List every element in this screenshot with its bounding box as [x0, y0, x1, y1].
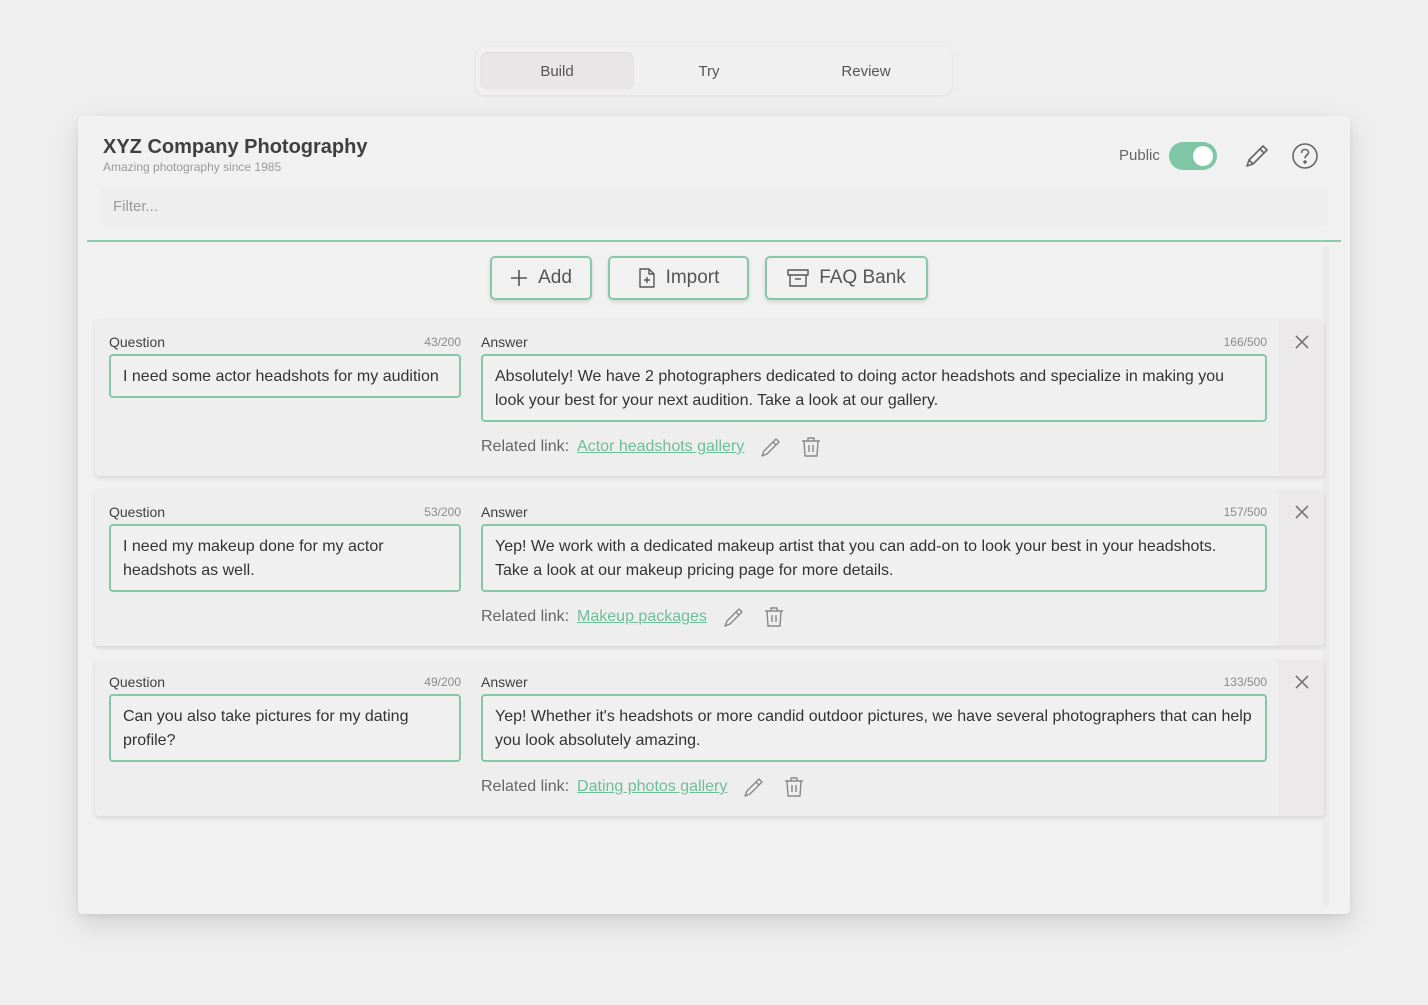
question-label: Question [109, 674, 166, 690]
question-field[interactable]: I need my makeup done for my actor heads… [109, 524, 461, 592]
faq-item: Question 53/200 Answer 157/500 I need my… [95, 490, 1324, 646]
related-link[interactable]: Dating photos gallery [577, 778, 727, 796]
import-button-label: Import [665, 267, 720, 288]
mode-tabs: Build Try Review [476, 47, 952, 95]
faq-bank-button[interactable]: FAQ Bank [765, 256, 928, 300]
public-toggle[interactable] [1169, 142, 1217, 170]
related-link[interactable]: Makeup packages [577, 608, 707, 626]
related-link-label: Related link: [481, 608, 570, 625]
answer-field[interactable]: Yep! We work with a dedicated makeup art… [481, 524, 1267, 592]
public-label: Public [1119, 147, 1160, 164]
filter-input[interactable] [100, 186, 1328, 226]
card-header: XYZ Company Photography Amazing photogra… [78, 116, 1350, 242]
related-link-row: Related link: Dating photos gallery [481, 772, 807, 802]
pencil-icon[interactable] [741, 774, 767, 800]
trash-icon[interactable] [798, 434, 824, 460]
answer-char-count: 166/500 [1223, 335, 1267, 349]
related-link-label: Related link: [481, 778, 570, 795]
related-link-row: Related link: Actor headshots gallery [481, 432, 824, 462]
tab-build[interactable]: Build [480, 52, 634, 90]
pencil-icon[interactable] [758, 434, 784, 460]
question-label: Question [109, 504, 166, 520]
faq-item: Question 49/200 Answer 133/500 Can you a… [95, 660, 1324, 816]
page-subtitle: Amazing photography since 1985 [103, 160, 282, 174]
import-button[interactable]: Import [608, 256, 749, 300]
pencil-icon[interactable] [1241, 140, 1273, 172]
plus-icon [510, 269, 528, 287]
question-field[interactable]: I need some actor headshots for my audit… [109, 354, 461, 398]
faq-item: Question 43/200 Answer 166/500 I need so… [95, 320, 1324, 476]
related-link-row: Related link: Makeup packages [481, 602, 787, 632]
answer-char-count: 157/500 [1223, 505, 1267, 519]
faq-bank-button-label: FAQ Bank [819, 267, 906, 288]
question-label: Question [109, 334, 166, 350]
close-icon[interactable] [1291, 671, 1313, 693]
tab-try[interactable]: Try [634, 52, 784, 90]
close-icon[interactable] [1291, 501, 1313, 523]
answer-field[interactable]: Absolutely! We have 2 photographers dedi… [481, 354, 1267, 422]
question-char-count: 43/200 [424, 335, 461, 349]
trash-icon[interactable] [761, 604, 787, 630]
question-field[interactable]: Can you also take pictures for my dating… [109, 694, 461, 762]
toggle-knob [1193, 146, 1213, 166]
question-char-count: 53/200 [424, 505, 461, 519]
add-button-label: Add [538, 267, 572, 288]
help-icon[interactable] [1289, 140, 1321, 172]
page-title: XYZ Company Photography [103, 136, 368, 158]
header-divider [87, 240, 1341, 242]
close-icon[interactable] [1291, 331, 1313, 353]
archive-icon [787, 269, 809, 287]
trash-icon[interactable] [781, 774, 807, 800]
answer-label: Answer [481, 674, 528, 690]
pencil-icon[interactable] [721, 604, 747, 630]
file-import-icon [638, 268, 656, 288]
faq-editor-card: XYZ Company Photography Amazing photogra… [78, 116, 1350, 914]
tab-review[interactable]: Review [784, 52, 948, 90]
related-link-label: Related link: [481, 438, 570, 455]
answer-label: Answer [481, 334, 528, 350]
question-char-count: 49/200 [424, 675, 461, 689]
answer-field[interactable]: Yep! Whether it's headshots or more cand… [481, 694, 1267, 762]
related-link[interactable]: Actor headshots gallery [577, 438, 744, 456]
answer-label: Answer [481, 504, 528, 520]
answer-char-count: 133/500 [1223, 675, 1267, 689]
add-button[interactable]: Add [490, 256, 592, 300]
